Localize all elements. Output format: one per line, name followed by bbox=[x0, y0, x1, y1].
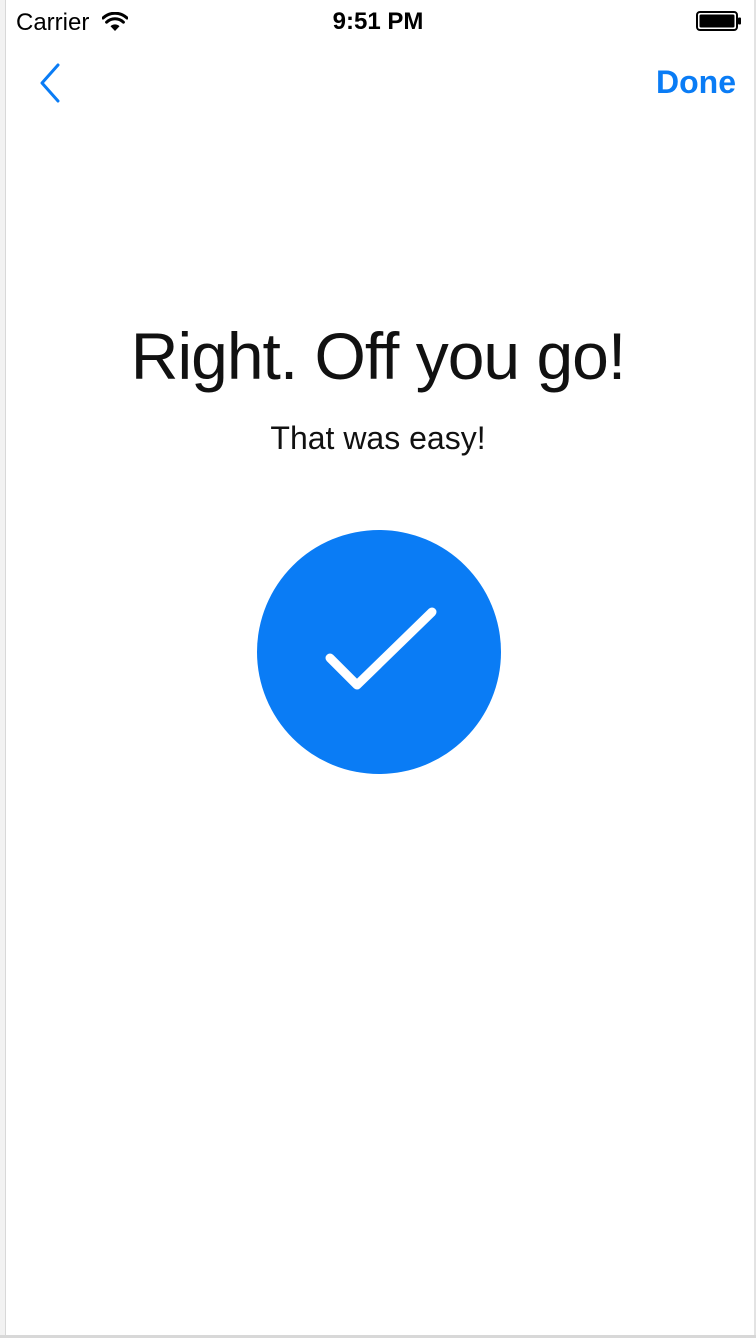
battery-icon bbox=[696, 11, 742, 31]
page-title: Right. Off you go! bbox=[130, 319, 626, 393]
page-subtitle: That was easy! bbox=[270, 420, 486, 456]
background-edge-left bbox=[0, 0, 6, 1338]
status-time: 9:51 PM bbox=[332, 8, 424, 35]
chevron-left-icon bbox=[39, 63, 61, 108]
done-button[interactable]: Done bbox=[656, 64, 736, 101]
back-button[interactable] bbox=[30, 60, 70, 110]
screen: Carrier 9:51 PM Done Right. Off you go! bbox=[0, 0, 756, 1338]
status-bar: Carrier 9:51 PM bbox=[0, 0, 756, 42]
checkmark-icon bbox=[325, 607, 437, 690]
success-badge bbox=[257, 530, 501, 774]
